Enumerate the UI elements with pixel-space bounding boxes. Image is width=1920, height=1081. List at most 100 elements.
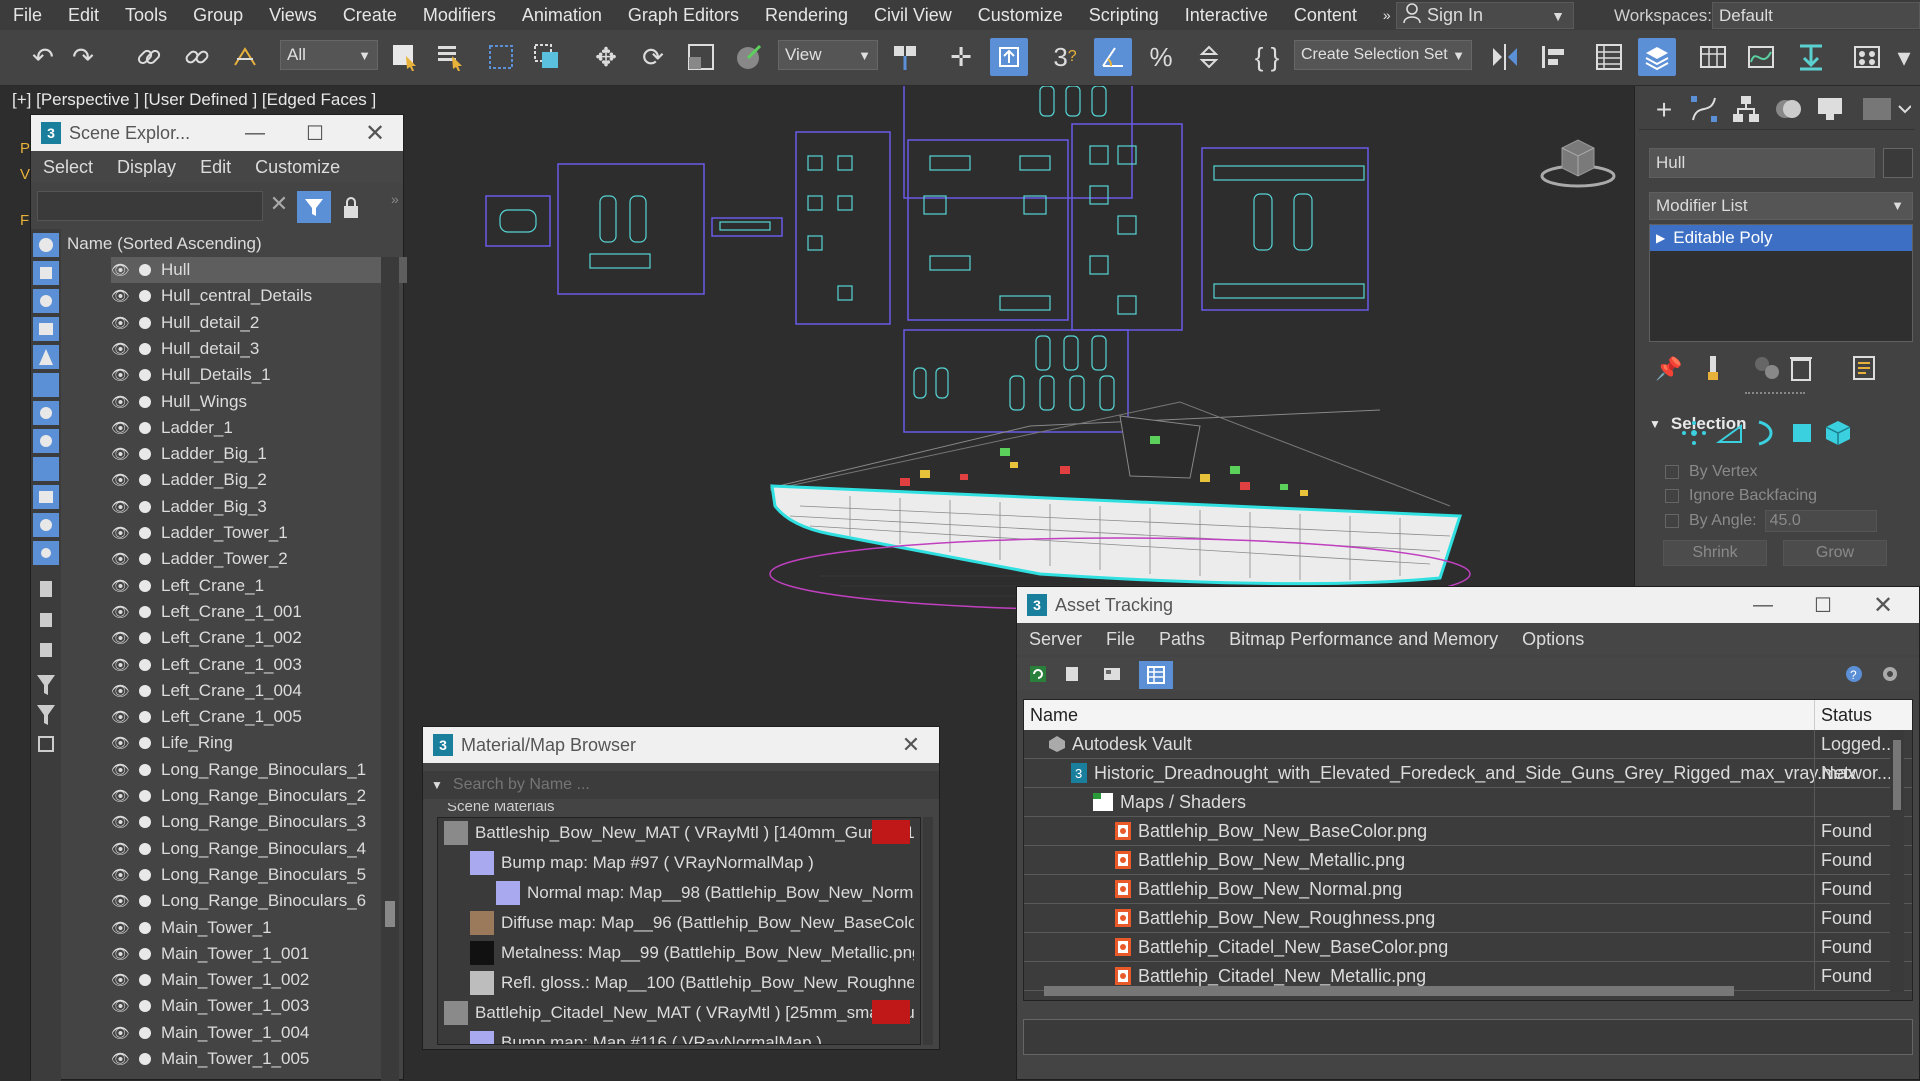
snaps-toggle-icon[interactable]: 3? [1046,38,1084,76]
scene-object-row[interactable]: 👁 Left_Crane_1_003 [111,652,407,678]
render-toggle-icon[interactable] [139,632,151,645]
asset-vertical-scrollbar[interactable] [1890,730,1904,992]
menu-group[interactable]: Group [180,5,256,26]
unlink-icon[interactable] [178,38,216,76]
material-row[interactable]: Battleship_Bow_New_MAT ( VRayMtl ) [140m… [444,818,914,847]
asset-row[interactable]: 3 Historic_Dreadnought_with_Elevated_Fore… [1024,758,1912,788]
mirror-icon[interactable] [1486,38,1524,76]
eye-icon[interactable]: 👁 [111,629,133,647]
scene-explorer-menu-select[interactable]: Select [31,157,105,178]
vertex-icon[interactable] [1679,418,1709,453]
bind-space-warp-icon[interactable] [226,38,264,76]
asset-row[interactable]: Battlehip_Bow_New_Metallic.png Found [1024,845,1912,875]
object-color-swatch[interactable] [1883,148,1913,178]
scene-object-row[interactable]: 👁 Long_Range_Binoculars_5 [111,862,407,888]
element-icon[interactable] [1823,418,1853,453]
render-toggle-icon[interactable] [139,658,151,671]
render-toggle-icon[interactable] [139,895,151,908]
create-tab-icon[interactable]: + [1647,94,1681,126]
eye-icon[interactable]: 👁 [111,945,133,963]
hierarchy-tab-icon[interactable] [1731,94,1765,126]
toggle-ribbon-icon[interactable] [1694,38,1732,76]
menu-create[interactable]: Create [330,5,410,26]
render-toggle-icon[interactable] [139,1053,151,1065]
menu-modifiers[interactable]: Modifiers [410,5,509,26]
select-object-icon[interactable] [386,38,424,76]
map-row[interactable]: Normal map: Map__98 (Battlehip_Bow_New_N… [496,878,914,907]
render-toggle-icon[interactable] [139,474,151,487]
map-row[interactable]: Diffuse map: Map__96 (Battlehip_Bow_New_… [470,908,914,937]
expand-icon[interactable]: » [391,191,399,207]
eye-icon[interactable]: 👁 [111,971,133,989]
display-tab-icon[interactable] [1815,94,1849,126]
render-toggle-icon[interactable] [139,316,151,329]
spinner-snap-icon[interactable] [1190,38,1228,76]
map-row[interactable]: Refl. gloss.: Map__100 (Battlehip_Bow_Ne… [470,968,914,997]
render-toggle-icon[interactable] [139,264,151,276]
eye-icon[interactable]: 👁 [111,524,133,542]
close-icon[interactable]: ✕ [345,115,405,151]
render-toggle-icon[interactable] [139,342,151,355]
object-name-field[interactable]: Hull [1649,148,1875,178]
eye-icon[interactable]: 👁 [111,997,133,1015]
eye-icon[interactable]: 👁 [111,840,133,858]
angle-snap-icon[interactable] [1094,38,1132,76]
utilities-tab-icon[interactable] [1861,94,1912,126]
eye-icon[interactable]: 👁 [111,261,133,279]
scene-object-row[interactable]: 👁 Main_Tower_1_001 [111,941,407,967]
scene-explorer-menu-customize[interactable]: Customize [243,157,352,178]
render-toggle-icon[interactable] [139,395,151,408]
menu-scripting[interactable]: Scripting [1076,5,1172,26]
scene-object-row[interactable]: 👁 Main_Tower_1_004 [111,1020,407,1046]
caret-right-icon[interactable]: ▶ [1650,231,1673,245]
eye-icon[interactable]: 👁 [111,603,133,621]
scene-object-row[interactable]: 👁 Ladder_Big_3 [111,494,407,520]
scene-object-row[interactable]: 👁 Long_Range_Binoculars_6 [111,888,407,914]
scene-explorer-menu-edit[interactable]: Edit [188,157,243,178]
eye-icon[interactable]: 👁 [111,1050,133,1068]
eye-icon[interactable]: 👁 [111,761,133,779]
eye-icon[interactable]: 👁 [111,445,133,463]
scene-object-row[interactable]: 👁 Life_Ring [111,730,407,756]
align-icon[interactable] [1534,38,1572,76]
scene-object-row[interactable]: 👁 Hull_detail_3 [111,336,407,362]
render-toggle-icon[interactable] [139,579,151,592]
link-icon[interactable] [130,38,168,76]
close-icon[interactable]: ✕ [1853,587,1913,623]
eye-icon[interactable]: 👁 [111,919,133,937]
material-search-input[interactable] [452,776,913,794]
scene-object-row[interactable]: 👁 Main_Tower_1_003 [111,993,407,1019]
menu-file[interactable]: File [0,5,55,26]
menu-rendering[interactable]: Rendering [752,5,861,26]
asset-row[interactable]: Battlehip_Bow_New_Roughness.png Found [1024,903,1912,933]
render-toggle-icon[interactable] [139,448,151,461]
eye-icon[interactable]: 👁 [111,419,133,437]
move-icon[interactable]: ✥ [587,38,625,76]
eye-icon[interactable]: 👁 [111,866,133,884]
border-icon[interactable] [1751,418,1781,453]
polygon-icon[interactable] [1787,418,1817,453]
asset-path-field[interactable] [1023,1019,1913,1055]
edge-icon[interactable] [1715,418,1745,453]
menu-interactive[interactable]: Interactive [1172,5,1281,26]
scene-search-input[interactable] [37,191,263,221]
render-toggle-icon[interactable] [139,763,151,776]
close-icon[interactable]: ✕ [881,727,941,763]
name-column-header[interactable]: Name (Sorted Ascending) [63,231,363,257]
eye-icon[interactable]: 👁 [111,708,133,726]
menu-customize[interactable]: Customize [965,5,1076,26]
table-view-icon[interactable] [1139,661,1173,689]
show-end-result-icon[interactable] [1703,354,1723,387]
eye-icon[interactable]: 👁 [111,1024,133,1042]
ignore-backfacing-checkbox[interactable]: Ignore Backfacing [1665,484,1905,508]
shrink-button[interactable]: Shrink [1663,540,1767,566]
asset-menu-paths[interactable]: Paths [1147,629,1217,650]
percent-snap-icon[interactable]: % [1142,38,1180,76]
pivot-center-icon[interactable] [886,38,924,76]
clear-search-icon[interactable]: ✕ [265,191,293,221]
redo-icon[interactable]: ↷ [64,38,102,76]
render-toggle-icon[interactable] [139,369,151,382]
sign-in-button[interactable]: Sign In ▼ [1396,2,1574,29]
render-toggle-icon[interactable] [139,737,151,750]
scene-object-row[interactable]: 👁 Left_Crane_1 [111,573,407,599]
